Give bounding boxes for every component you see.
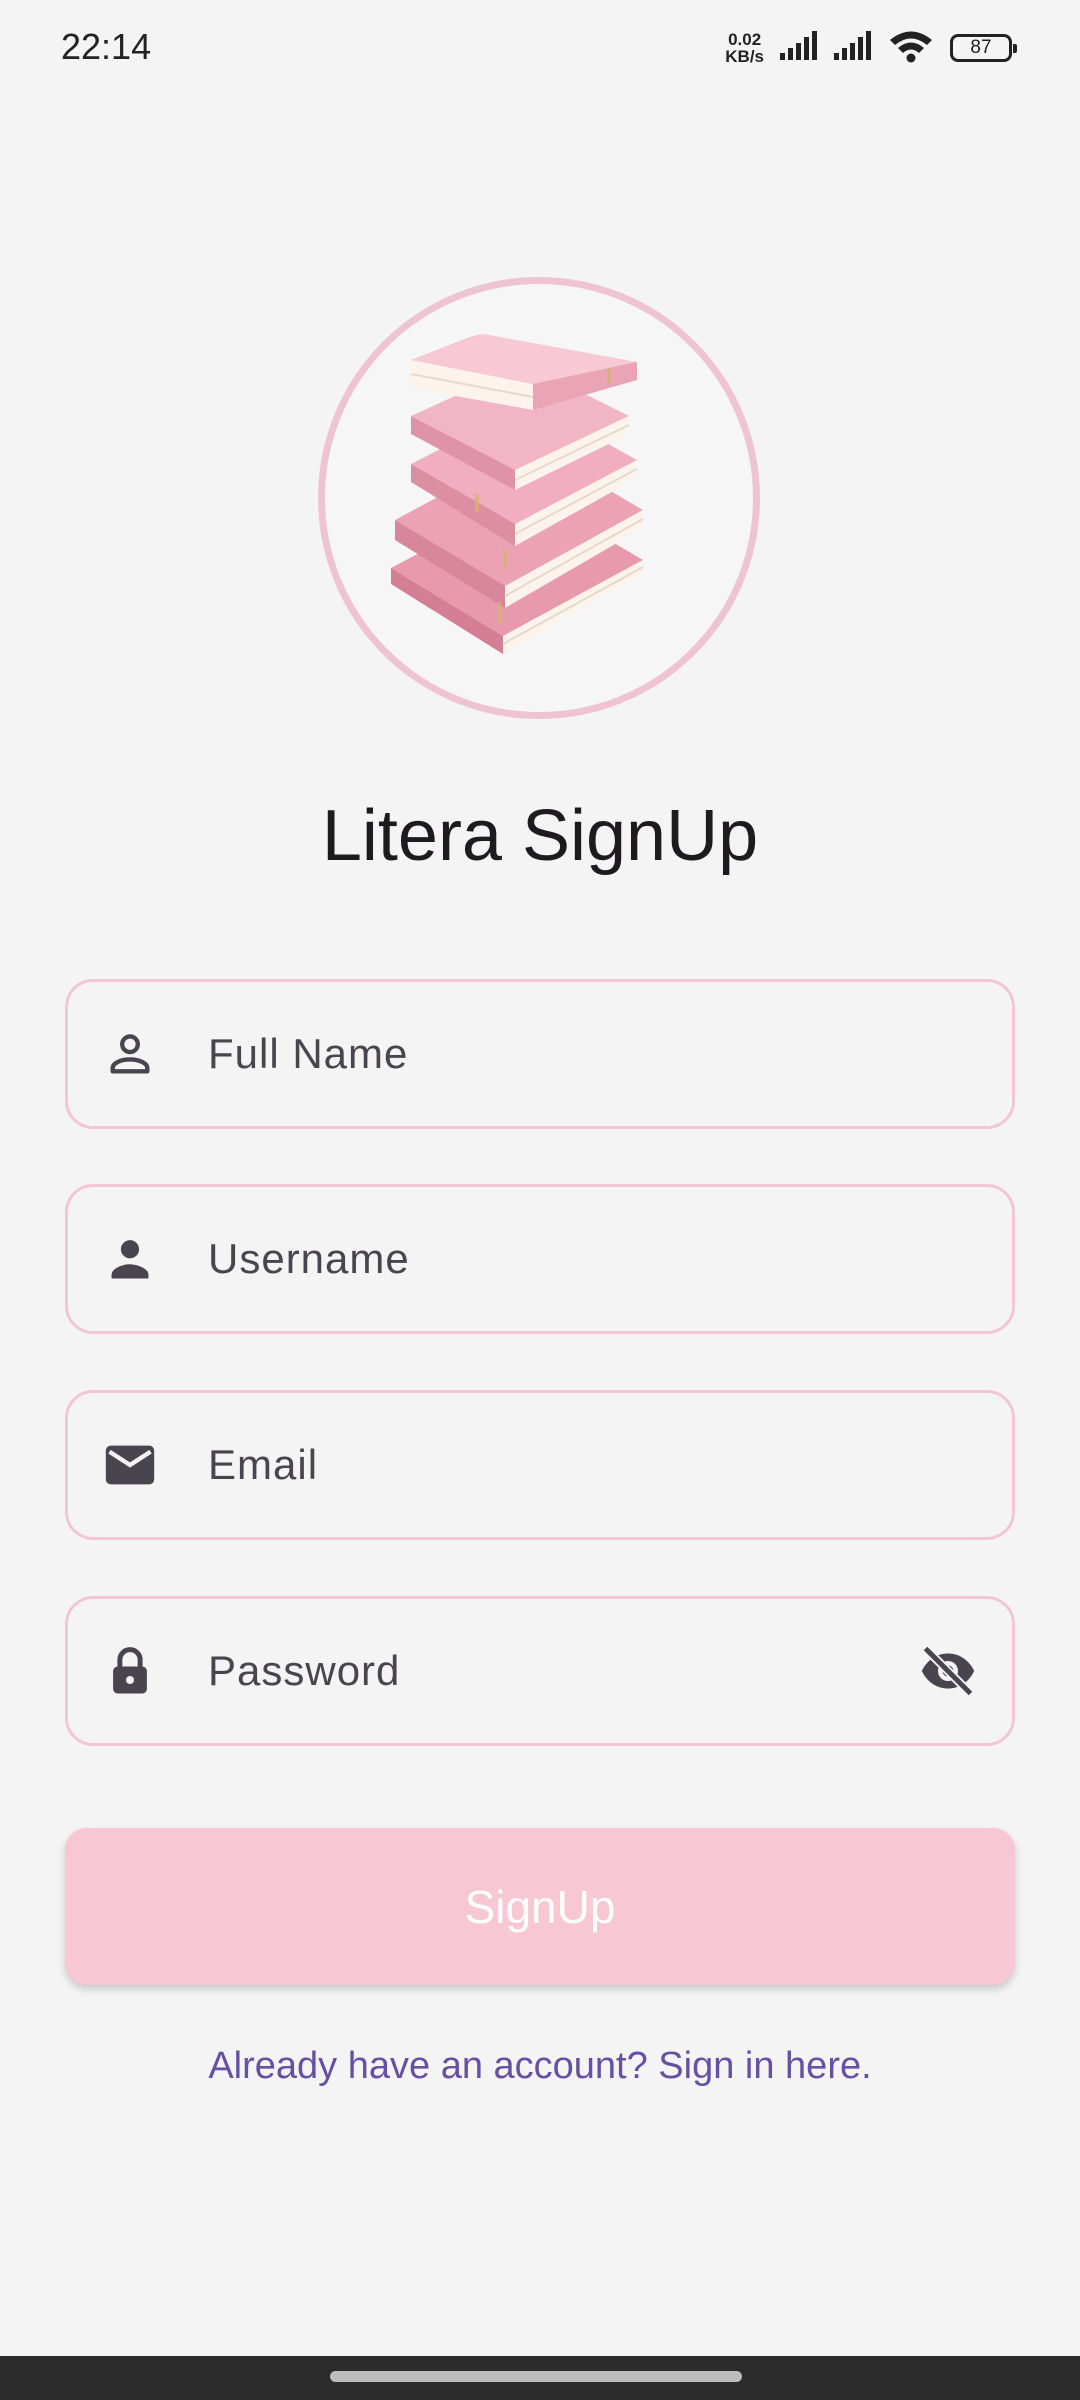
battery-indicator: 87 [950, 34, 1017, 62]
password-field[interactable]: Password [65, 1596, 1015, 1746]
person-icon [100, 1229, 160, 1289]
book-stack-icon [391, 334, 644, 654]
signal-icon-2 [834, 30, 878, 66]
page-title: Litera SignUp [321, 796, 759, 876]
signal-icon [780, 30, 824, 66]
network-speed: 0.02 KB/s [725, 31, 764, 65]
eye-off-icon[interactable] [916, 1639, 980, 1703]
full-name-field[interactable]: Full Name [65, 979, 1015, 1129]
status-time: 22:14 [61, 26, 152, 67]
signup-button[interactable]: SignUp [65, 1828, 1015, 1985]
full-name-placeholder: Full Name [208, 1030, 409, 1077]
email-field[interactable]: Email [65, 1390, 1015, 1540]
username-placeholder: Username [208, 1235, 410, 1282]
network-speed-value: 0.02 [728, 30, 762, 49]
person-outline-icon [100, 1024, 160, 1084]
home-gesture-handle[interactable] [330, 2371, 742, 2382]
signin-link[interactable]: Already have an account? Sign in here. [0, 2045, 1080, 2088]
username-field[interactable]: Username [65, 1184, 1015, 1334]
mail-icon [100, 1435, 160, 1495]
navigation-bar [0, 2356, 1080, 2400]
network-speed-unit: KB/s [725, 47, 764, 66]
wifi-icon [888, 29, 934, 68]
password-placeholder: Password [208, 1647, 401, 1694]
app-logo [318, 277, 760, 719]
status-bar: 22:14 0.02 KB/s 87 [0, 0, 1080, 96]
status-icons: 0.02 KB/s 87 [725, 28, 1017, 68]
lock-icon [100, 1641, 160, 1701]
email-placeholder: Email [208, 1441, 319, 1488]
